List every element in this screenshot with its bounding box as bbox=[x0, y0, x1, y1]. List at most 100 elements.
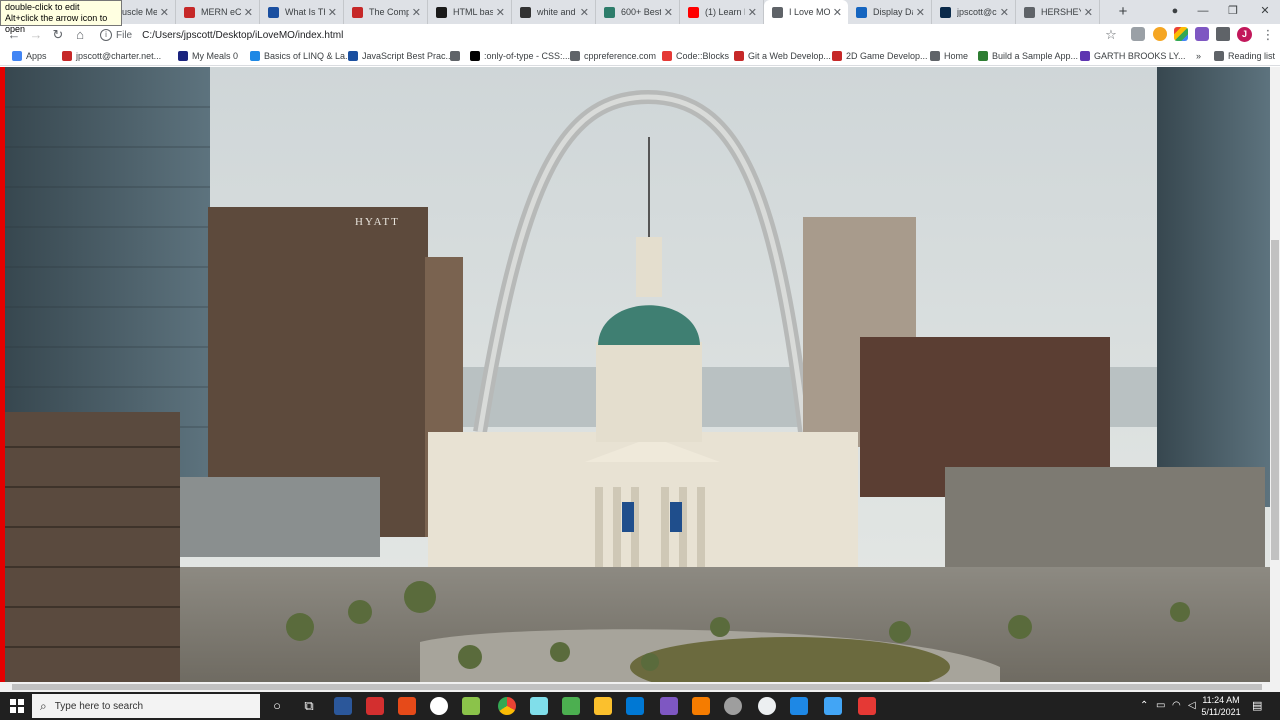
app-icon-blue[interactable] bbox=[824, 697, 842, 715]
word-icon[interactable] bbox=[334, 697, 352, 715]
extension-icon-1[interactable] bbox=[1131, 27, 1145, 41]
tab-11[interactable]: HERSHEY'S✕ bbox=[1016, 0, 1100, 24]
office-icon[interactable] bbox=[398, 697, 416, 715]
bookmark-5[interactable] bbox=[450, 46, 464, 66]
start-button[interactable] bbox=[4, 692, 30, 720]
taskbar-clock[interactable]: 11:24 AM 5/11/2021 bbox=[1200, 694, 1242, 718]
menu-kebab-icon[interactable]: ⋮ bbox=[1258, 24, 1278, 46]
tab-4[interactable]: HTML basic✕ bbox=[428, 0, 512, 24]
app-icon-cyan[interactable] bbox=[530, 697, 548, 715]
new-tab-button[interactable]: + bbox=[1113, 2, 1133, 22]
courthouse-banner-right bbox=[670, 502, 682, 532]
tab-close-icon[interactable]: ✕ bbox=[160, 6, 169, 19]
extension-icon-3[interactable] bbox=[1174, 27, 1188, 41]
tab-close-icon[interactable]: ✕ bbox=[328, 6, 337, 19]
tab-0[interactable]: uscle Mer✕ bbox=[122, 0, 176, 24]
bookmark-12[interactable]: Build a Sample App... bbox=[978, 46, 1078, 66]
bookmark-4[interactable]: JavaScript Best Prac... bbox=[348, 46, 453, 66]
close-window-button[interactable]: ✕ bbox=[1250, 0, 1280, 24]
glass-pavilion bbox=[180, 477, 380, 557]
tab-3[interactable]: The Comple✕ bbox=[344, 0, 428, 24]
tab-close-icon[interactable]: ✕ bbox=[664, 6, 673, 19]
horizontal-scroll-thumb[interactable] bbox=[12, 684, 1262, 690]
tab-favicon-icon bbox=[520, 6, 531, 18]
bookmark-13[interactable]: GARTH BROOKS LY... bbox=[1080, 46, 1186, 66]
vscode-icon[interactable] bbox=[790, 697, 808, 715]
address-bar[interactable]: i File C:/Users/jpscott/Desktop/iLoveMO/… bbox=[96, 26, 1126, 44]
reading-list[interactable]: Reading list bbox=[1214, 46, 1275, 66]
tab-close-icon[interactable]: ✕ bbox=[580, 6, 589, 19]
bookmark-label: Apps bbox=[26, 51, 47, 61]
tab-close-icon[interactable]: ✕ bbox=[496, 6, 505, 19]
bookmark-favicon-icon bbox=[450, 51, 460, 61]
right-lower-building bbox=[945, 467, 1265, 577]
extensions-puzzle-icon[interactable] bbox=[1216, 27, 1230, 41]
visual-studio-icon[interactable] bbox=[660, 697, 678, 715]
tab-1[interactable]: MERN eCom✕ bbox=[176, 0, 260, 24]
vertical-scroll-thumb[interactable] bbox=[1271, 240, 1279, 560]
bookmark-1[interactable]: jpscott@charter.net... bbox=[62, 46, 161, 66]
tab-close-icon[interactable]: ✕ bbox=[1084, 6, 1093, 19]
file-explorer-icon[interactable] bbox=[594, 697, 612, 715]
tab-7[interactable]: (1) Learn Re✕ bbox=[680, 0, 764, 24]
notepad-plus-icon[interactable] bbox=[462, 697, 480, 715]
tab-close-icon[interactable]: ✕ bbox=[916, 6, 925, 19]
acrobat-icon[interactable] bbox=[366, 697, 384, 715]
tab-close-icon[interactable]: ✕ bbox=[833, 6, 842, 19]
camtasia-icon[interactable] bbox=[562, 697, 580, 715]
bookmark-7[interactable]: cppreference.com bbox=[570, 46, 656, 66]
courthouse-lantern bbox=[636, 237, 662, 297]
bookmark-11[interactable]: Home bbox=[930, 46, 968, 66]
windows-icon bbox=[10, 699, 24, 713]
tab-8[interactable]: I Love MO ✕ bbox=[764, 0, 848, 24]
app-icon-face[interactable] bbox=[758, 697, 776, 715]
tab-close-icon[interactable]: ✕ bbox=[1000, 6, 1009, 19]
tab-2[interactable]: What Is The✕ bbox=[260, 0, 344, 24]
tab-favicon-icon bbox=[1024, 6, 1035, 18]
app-icon-red[interactable] bbox=[858, 697, 876, 715]
tab-close-icon[interactable]: ✕ bbox=[412, 6, 421, 19]
restore-button[interactable]: ❐ bbox=[1218, 0, 1248, 24]
app-icon-orange[interactable] bbox=[692, 697, 710, 715]
tab-6[interactable]: 600+ Best E✕ bbox=[596, 0, 680, 24]
tab-favicon-icon bbox=[940, 6, 951, 18]
wifi-icon[interactable]: ◠ bbox=[1172, 692, 1181, 720]
extension-icon-4[interactable] bbox=[1195, 27, 1209, 41]
bookmark-10[interactable]: 2D Game Develop... bbox=[832, 46, 928, 66]
bookmark-favicon-icon bbox=[662, 51, 672, 61]
bookmark-3[interactable]: Basics of LINQ & La... bbox=[250, 46, 353, 66]
tab-title: 600+ Best E bbox=[621, 7, 661, 17]
bookmark-8[interactable]: Code::Blocks bbox=[662, 46, 729, 66]
bookmark-6[interactable]: :only-of-type - CSS:... bbox=[470, 46, 570, 66]
bookmark-star-icon[interactable]: ☆ bbox=[1101, 24, 1121, 46]
bookmark-2[interactable]: My Meals 0 bbox=[178, 46, 238, 66]
app-icon-gray[interactable] bbox=[724, 697, 742, 715]
bookmark-0[interactable]: Apps bbox=[12, 46, 47, 66]
volume-icon[interactable]: ◁ bbox=[1188, 692, 1196, 720]
profile-avatar[interactable]: J bbox=[1237, 27, 1252, 42]
tab-close-icon[interactable]: ✕ bbox=[748, 6, 757, 19]
outlook-icon[interactable] bbox=[626, 697, 644, 715]
bookmark-9[interactable]: Git a Web Develop... bbox=[734, 46, 831, 66]
taskbar-search[interactable]: ⌕ Type here to search bbox=[32, 694, 260, 718]
tab-title: Display Dat bbox=[873, 7, 913, 17]
tooltip-line-2: Alt+click the arrow icon to open bbox=[5, 13, 108, 34]
chrome-icon[interactable] bbox=[498, 697, 516, 715]
tab-5[interactable]: white and g✕ bbox=[512, 0, 596, 24]
cortana-icon[interactable]: ○ bbox=[264, 692, 290, 720]
bookmarks-overflow-icon[interactable]: » bbox=[1196, 46, 1201, 66]
address-url[interactable]: C:/Users/jpscott/Desktop/iLoveMO/index.h… bbox=[142, 30, 343, 41]
address-scheme: File bbox=[116, 29, 133, 41]
app-icon-circle[interactable] bbox=[430, 697, 448, 715]
minimize-button[interactable]: — bbox=[1188, 0, 1218, 24]
extension-icon-2[interactable] bbox=[1153, 27, 1167, 41]
tab-search-icon[interactable]: ● bbox=[1160, 0, 1190, 24]
notifications-icon[interactable]: ▤ bbox=[1252, 692, 1262, 720]
tab-9[interactable]: Display Dat✕ bbox=[848, 0, 932, 24]
tray-chevron-icon[interactable]: ⌃ bbox=[1140, 692, 1148, 720]
task-view-icon[interactable]: ⧉ bbox=[296, 692, 322, 720]
bookmark-label: JavaScript Best Prac... bbox=[362, 51, 454, 61]
battery-icon[interactable]: ▭ bbox=[1156, 692, 1165, 720]
tab-close-icon[interactable]: ✕ bbox=[244, 6, 253, 19]
tab-10[interactable]: jpscott@ch✕ bbox=[932, 0, 1016, 24]
